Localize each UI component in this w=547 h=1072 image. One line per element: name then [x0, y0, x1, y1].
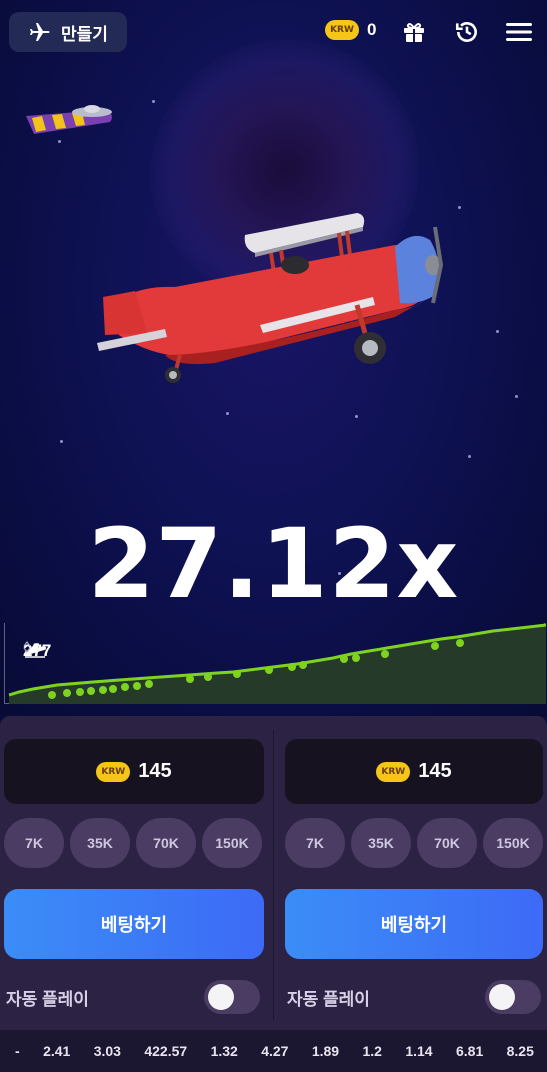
bet-amount-field[interactable]: KRW 145 — [285, 739, 543, 804]
history-item[interactable]: 8.25 — [507, 1043, 534, 1059]
cashout-dot — [265, 666, 273, 674]
hamburger-menu-icon — [506, 23, 532, 41]
chip-7k[interactable]: 7K — [4, 818, 64, 868]
auto-play-label: 자동 플레이 — [287, 989, 370, 1009]
history-item[interactable]: 3.03 — [94, 1043, 121, 1059]
auto-play-toggle[interactable] — [204, 980, 260, 1014]
cashout-dot — [381, 650, 389, 658]
quick-chips: 7K 35K 70K 150K — [4, 818, 262, 868]
bet-slot-1: KRW 145 7K 35K 70K 150K 베팅하기 자동 플레이 — [0, 716, 273, 1030]
cashout-dot — [456, 639, 464, 647]
menu-button[interactable] — [505, 18, 533, 46]
cashout-dot — [133, 682, 141, 690]
cashout-dot — [352, 654, 360, 662]
history-item[interactable]: - — [15, 1043, 20, 1059]
cashout-dot — [109, 685, 117, 693]
flight-curve — [8, 623, 546, 704]
star — [458, 206, 461, 209]
cashout-dot — [299, 661, 307, 669]
bet-panel: KRW 145 7K 35K 70K 150K 베팅하기 자동 플레이 KRW … — [0, 716, 547, 1030]
cashout-dot — [48, 691, 56, 699]
history-icon — [455, 22, 477, 42]
krw-coin-icon: KRW — [325, 20, 359, 40]
star — [60, 440, 63, 443]
bet-amount-field[interactable]: KRW 145 — [4, 739, 264, 804]
balance-value: 0 — [367, 20, 377, 39]
bet-amount-value: 145 — [418, 760, 452, 782]
sort-icon[interactable] — [23, 641, 31, 653]
cashout-dot — [76, 688, 84, 696]
game-canvas: 27.12x 277 — [0, 0, 547, 716]
place-bet-button[interactable]: 베팅하기 — [4, 889, 264, 959]
cashout-dot — [431, 642, 439, 650]
cashout-dot — [340, 655, 348, 663]
cashout-dot — [145, 680, 153, 688]
chip-35k[interactable]: 35K — [351, 818, 411, 868]
top-bar: 만들기 KRW 0 — [0, 0, 547, 64]
auto-play-row: 자동 플레이 — [6, 980, 260, 1014]
history-item[interactable]: 6.81 — [456, 1043, 483, 1059]
star — [515, 395, 518, 398]
cashout-dot — [288, 663, 296, 671]
airplane-icon — [30, 23, 50, 41]
cashout-dot — [87, 687, 95, 695]
chip-70k[interactable]: 70K — [136, 818, 196, 868]
chip-35k[interactable]: 35K — [70, 818, 130, 868]
chip-70k[interactable]: 70K — [417, 818, 477, 868]
cashout-dot — [233, 670, 241, 678]
history-item[interactable]: 1.32 — [211, 1043, 238, 1059]
bet-slot-2: KRW 145 7K 35K 70K 150K 베팅하기 자동 플레이 — [274, 716, 547, 1030]
balance-display: KRW 0 — [325, 20, 376, 40]
gift-icon — [404, 23, 424, 42]
auto-play-toggle[interactable] — [485, 980, 541, 1014]
build-label: 만들기 — [61, 24, 108, 44]
red-biplane — [97, 213, 444, 383]
gift-button[interactable] — [400, 18, 428, 46]
small-plane-icon — [26, 105, 112, 134]
chip-150k[interactable]: 150K — [202, 818, 262, 868]
krw-coin-icon: KRW — [376, 761, 411, 782]
star — [152, 100, 155, 103]
history-item[interactable]: 2.41 — [43, 1043, 70, 1059]
cashout-dot — [63, 689, 71, 697]
history-item[interactable]: 1.89 — [312, 1043, 339, 1059]
flight-chart: 277 — [4, 623, 546, 704]
cashout-dot — [99, 686, 107, 694]
history-item[interactable]: 4.27 — [261, 1043, 288, 1059]
build-button[interactable]: 만들기 — [9, 12, 127, 52]
auto-play-row: 자동 플레이 — [287, 980, 541, 1014]
multiplier-display: 27.12x — [87, 508, 460, 620]
star — [468, 455, 471, 458]
round-history: - 2.41 3.03 422.57 1.32 4.27 1.89 1.2 1.… — [0, 1030, 547, 1072]
history-item[interactable]: 422.57 — [144, 1043, 187, 1059]
bet-amount-value: 145 — [138, 760, 172, 782]
cashout-dot — [121, 683, 129, 691]
chip-7k[interactable]: 7K — [285, 818, 345, 868]
quick-chips: 7K 35K 70K 150K — [285, 818, 543, 868]
star — [355, 415, 358, 418]
star — [496, 330, 499, 333]
cashout-dot — [186, 675, 194, 683]
auto-play-label: 자동 플레이 — [6, 989, 89, 1009]
history-button[interactable] — [453, 18, 481, 46]
history-item[interactable]: 1.14 — [405, 1043, 432, 1059]
krw-coin-icon: KRW — [96, 761, 131, 782]
players-counter: 277 — [23, 641, 51, 661]
place-bet-button[interactable]: 베팅하기 — [285, 889, 543, 959]
history-item[interactable]: 1.2 — [362, 1043, 381, 1059]
chip-150k[interactable]: 150K — [483, 818, 543, 868]
cashout-dot — [204, 673, 212, 681]
star — [226, 412, 229, 415]
